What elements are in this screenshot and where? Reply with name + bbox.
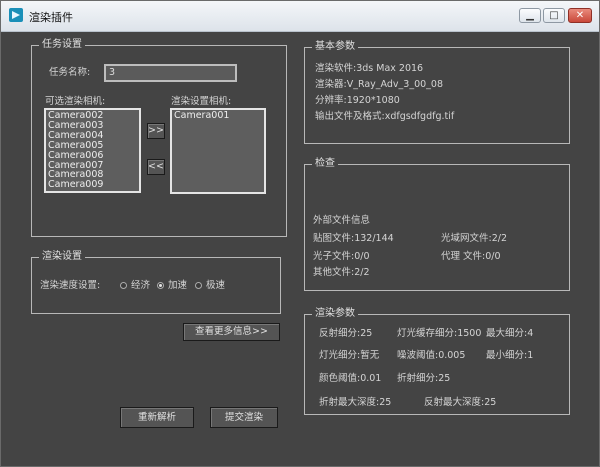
radio-extreme[interactable] — [195, 282, 202, 289]
lightcache-subdiv-text: 灯光缓存细分:1500 — [397, 328, 482, 339]
render-speed-label: 渲染速度设置: — [40, 280, 101, 291]
remove-camera-button[interactable]: << — [147, 159, 165, 175]
check-legend: 检查 — [312, 158, 338, 170]
view-more-info-button[interactable]: 查看更多信息>> — [183, 323, 280, 341]
camera-list-item[interactable]: Camera009 — [48, 180, 139, 190]
submit-render-button[interactable]: 提交渲染 — [210, 407, 278, 428]
radio-economy-label: 经济 — [131, 280, 151, 291]
refract-subdiv-text: 折射细分:25 — [397, 373, 451, 384]
maximize-button[interactable]: □ — [543, 8, 565, 23]
title-bar[interactable]: 渲染插件 ▁ □ ✕ — [1, 1, 599, 32]
light-subdiv-text: 灯光细分:暂无 — [319, 350, 380, 361]
external-files-title: 外部文件信息 — [313, 215, 371, 226]
reflect-depth-text: 反射最大深度:25 — [424, 397, 497, 408]
reflect-subdiv-text: 反射细分:25 — [319, 328, 373, 339]
radio-extreme-label: 极速 — [206, 280, 226, 291]
window-title: 渲染插件 — [29, 11, 73, 24]
renderer-text: 渲染器:V_Ray_Adv_3_00_08 — [315, 79, 443, 90]
color-threshold-text: 颜色阈值:0.01 — [319, 373, 382, 384]
task-settings-legend: 任务设置 — [39, 39, 85, 51]
render-params-legend: 渲染参数 — [312, 308, 358, 320]
max-subdiv-text: 最大细分:4 — [486, 328, 534, 339]
selected-cameras-label: 渲染设置相机: — [171, 96, 232, 107]
refract-depth-text: 折射最大深度:25 — [319, 397, 392, 408]
photon-files-text: 光子文件:0/0 — [313, 251, 370, 262]
minimize-button[interactable]: ▁ — [519, 8, 541, 23]
camera-list-item[interactable]: Camera001 — [174, 111, 264, 121]
app-icon — [9, 8, 23, 22]
resolution-text: 分辨率:1920*1080 — [315, 95, 400, 106]
radio-accelerate-label: 加速 — [168, 280, 188, 291]
min-subdiv-text: 最小细分:1 — [486, 350, 534, 361]
selected-cameras-list[interactable]: Camera001 — [170, 108, 266, 194]
render-settings-legend: 渲染设置 — [39, 251, 85, 263]
ies-files-text: 光域网文件:2/2 — [441, 233, 507, 244]
available-cameras-list[interactable]: Camera002 Camera003 Camera004 Camera005 Came… — [44, 108, 141, 193]
proxy-files-text: 代理 文件:0/0 — [441, 251, 501, 262]
radio-economy[interactable] — [120, 282, 127, 289]
task-name-label: 任务名称: — [49, 67, 91, 78]
add-camera-button[interactable]: >> — [147, 123, 165, 139]
task-name-input[interactable]: 3 — [104, 64, 237, 82]
close-button[interactable]: ✕ — [568, 8, 592, 23]
output-file-text: 输出文件及格式:xdfgsdfgdfg.tif — [315, 111, 455, 122]
other-files-text: 其他文件:2/2 — [313, 267, 370, 278]
render-software-text: 渲染软件:3ds Max 2016 — [315, 63, 424, 74]
plugin-window: 渲染插件 ▁ □ ✕ 任务设置 任务名称: 3 可选渲染相机: 渲染设置相机: … — [0, 0, 600, 467]
noise-threshold-text: 噪波阈值:0.005 — [397, 350, 466, 361]
available-cameras-label: 可选渲染相机: — [45, 96, 106, 107]
radio-accelerate[interactable] — [157, 282, 164, 289]
map-files-text: 贴图文件:132/144 — [313, 233, 394, 244]
reparse-button[interactable]: 重新解析 — [120, 407, 194, 428]
basic-params-legend: 基本参数 — [312, 41, 358, 53]
